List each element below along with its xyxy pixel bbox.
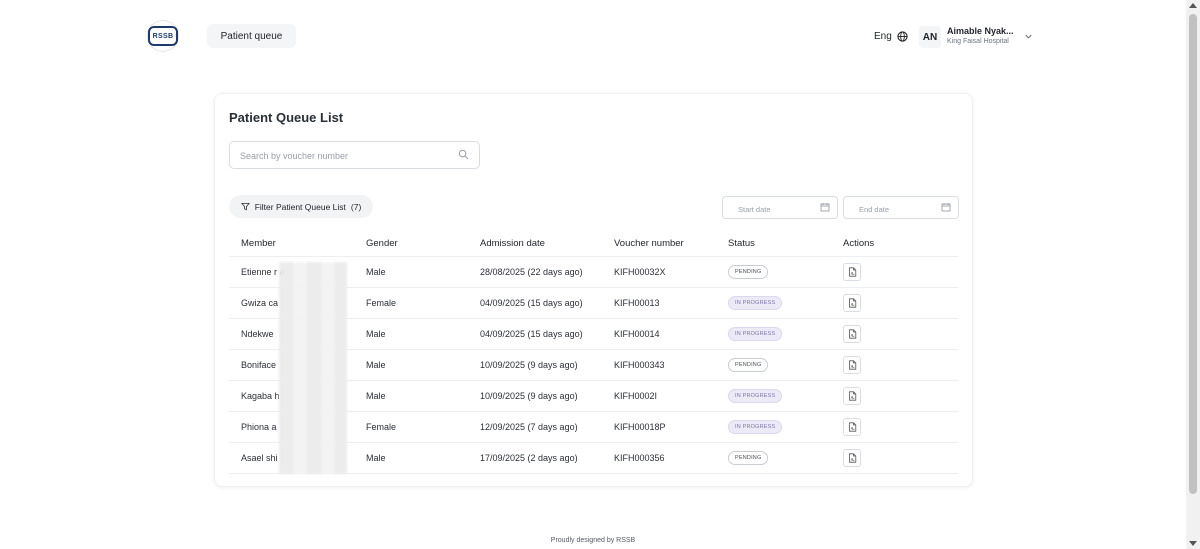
status-badge: PENDING bbox=[728, 451, 769, 465]
document-icon bbox=[848, 360, 856, 370]
column-header-gender[interactable]: Gender bbox=[366, 230, 480, 257]
filter-count: (7) bbox=[350, 201, 362, 212]
column-header-voucher-number[interactable]: Voucher number bbox=[614, 230, 728, 257]
voucher-number-cell: KIFH0002I bbox=[614, 380, 728, 412]
admission-date-cell: 04/09/2025 (15 days ago) bbox=[480, 318, 614, 350]
admission-date-cell: 28/08/2025 (22 days ago) bbox=[480, 256, 614, 288]
admission-date-cell: 04/09/2025 (15 days ago) bbox=[480, 287, 614, 319]
view-document-button[interactable] bbox=[843, 449, 861, 467]
search-box[interactable] bbox=[229, 141, 480, 169]
calendar-icon bbox=[820, 203, 830, 212]
view-document-button[interactable] bbox=[843, 294, 861, 312]
document-icon bbox=[848, 267, 856, 277]
status-cell: IN PROGRESS bbox=[728, 380, 843, 412]
actions-cell bbox=[843, 287, 958, 319]
voucher-number-cell: KIFH000343 bbox=[614, 349, 728, 381]
column-header-admission-date[interactable]: Admission date bbox=[480, 230, 614, 257]
actions-cell bbox=[843, 442, 958, 474]
actions-cell bbox=[843, 349, 958, 381]
actions-cell bbox=[843, 318, 958, 350]
globe-icon bbox=[897, 31, 908, 42]
status-cell: PENDING bbox=[728, 256, 843, 288]
end-date-picker[interactable] bbox=[843, 196, 959, 219]
view-document-button[interactable] bbox=[843, 418, 861, 436]
chevron-down-icon[interactable] bbox=[1024, 32, 1033, 41]
scroll-thumb[interactable] bbox=[1189, 14, 1197, 494]
document-icon bbox=[848, 453, 856, 463]
rssb-logo[interactable]: RSSB bbox=[147, 20, 179, 52]
voucher-number-cell: KIFH00032X bbox=[614, 256, 728, 288]
voucher-number-cell: KIFH000356 bbox=[614, 442, 728, 474]
voucher-number-cell: KIFH00018P bbox=[614, 411, 728, 443]
user-organization: King Faisal Hospital bbox=[947, 38, 1009, 45]
voucher-number-cell: KIFH00014 bbox=[614, 318, 728, 350]
vertical-scrollbar[interactable] bbox=[1186, 0, 1200, 549]
gender-cell: Male bbox=[366, 318, 480, 350]
filter-icon bbox=[240, 202, 250, 211]
admission-date-cell: 12/09/2025 (7 days ago) bbox=[480, 411, 614, 443]
search-icon[interactable] bbox=[458, 149, 469, 160]
gender-cell: Male bbox=[366, 380, 480, 412]
gender-cell: Male bbox=[366, 349, 480, 381]
voucher-number-cell: KIFH00013 bbox=[614, 287, 728, 319]
end-date-input[interactable] bbox=[857, 202, 941, 216]
scroll-down-arrow-icon[interactable] bbox=[1189, 541, 1197, 546]
redaction-blur bbox=[279, 262, 347, 474]
gender-cell: Female bbox=[366, 287, 480, 319]
status-badge: IN PROGRESS bbox=[728, 327, 783, 341]
page-title: Patient Queue List bbox=[229, 110, 344, 125]
filter-button[interactable]: Filter Patient Queue List (7) bbox=[229, 195, 373, 218]
column-header-status[interactable]: Status bbox=[728, 230, 843, 257]
status-badge: IN PROGRESS bbox=[728, 296, 783, 310]
document-icon bbox=[848, 329, 856, 339]
start-date-input[interactable] bbox=[736, 202, 820, 216]
gender-cell: Male bbox=[366, 256, 480, 288]
view-document-button[interactable] bbox=[843, 263, 861, 281]
gender-cell: Female bbox=[366, 411, 480, 443]
status-badge: PENDING bbox=[728, 358, 769, 372]
status-cell: IN PROGRESS bbox=[728, 318, 843, 350]
gender-cell: Male bbox=[366, 442, 480, 474]
start-date-picker[interactable] bbox=[722, 196, 838, 219]
tab-patient-queue[interactable]: Patient queue bbox=[207, 24, 296, 48]
calendar-icon bbox=[941, 203, 951, 212]
column-header-actions: Actions bbox=[843, 230, 958, 257]
table-header-row: Member Gender Admission date Voucher num… bbox=[229, 230, 958, 257]
view-document-button[interactable] bbox=[843, 387, 861, 405]
status-cell: PENDING bbox=[728, 442, 843, 474]
status-badge: IN PROGRESS bbox=[728, 420, 783, 434]
status-badge: PENDING bbox=[728, 265, 769, 279]
admission-date-cell: 17/09/2025 (2 days ago) bbox=[480, 442, 614, 474]
top-bar: RSSB Patient queue Eng AN Aimable Nyak..… bbox=[0, 0, 1186, 72]
status-cell: IN PROGRESS bbox=[728, 287, 843, 319]
search-input[interactable] bbox=[238, 147, 452, 165]
status-cell: PENDING bbox=[728, 349, 843, 381]
status-badge: IN PROGRESS bbox=[728, 389, 783, 403]
avatar[interactable]: AN bbox=[919, 26, 941, 48]
document-icon bbox=[848, 391, 856, 401]
footer-credit: Proudly designed by RSSB bbox=[550, 537, 636, 544]
actions-cell bbox=[843, 411, 958, 443]
admission-date-cell: 10/09/2025 (9 days ago) bbox=[480, 349, 614, 381]
language-label: Eng bbox=[874, 31, 892, 42]
actions-cell bbox=[843, 256, 958, 288]
status-cell: IN PROGRESS bbox=[728, 411, 843, 443]
scroll-up-arrow-icon[interactable] bbox=[1189, 3, 1197, 8]
user-name[interactable]: Aimable Nyak... bbox=[947, 26, 1014, 36]
actions-cell bbox=[843, 380, 958, 412]
logo-text: RSSB bbox=[148, 26, 178, 46]
view-document-button[interactable] bbox=[843, 356, 861, 374]
filter-label: Filter Patient Queue List bbox=[254, 201, 346, 212]
document-icon bbox=[848, 422, 856, 432]
admission-date-cell: 10/09/2025 (9 days ago) bbox=[480, 380, 614, 412]
view-document-button[interactable] bbox=[843, 325, 861, 343]
document-icon bbox=[848, 298, 856, 308]
language-selector[interactable]: Eng bbox=[874, 31, 908, 42]
column-header-member[interactable]: Member bbox=[229, 230, 366, 257]
